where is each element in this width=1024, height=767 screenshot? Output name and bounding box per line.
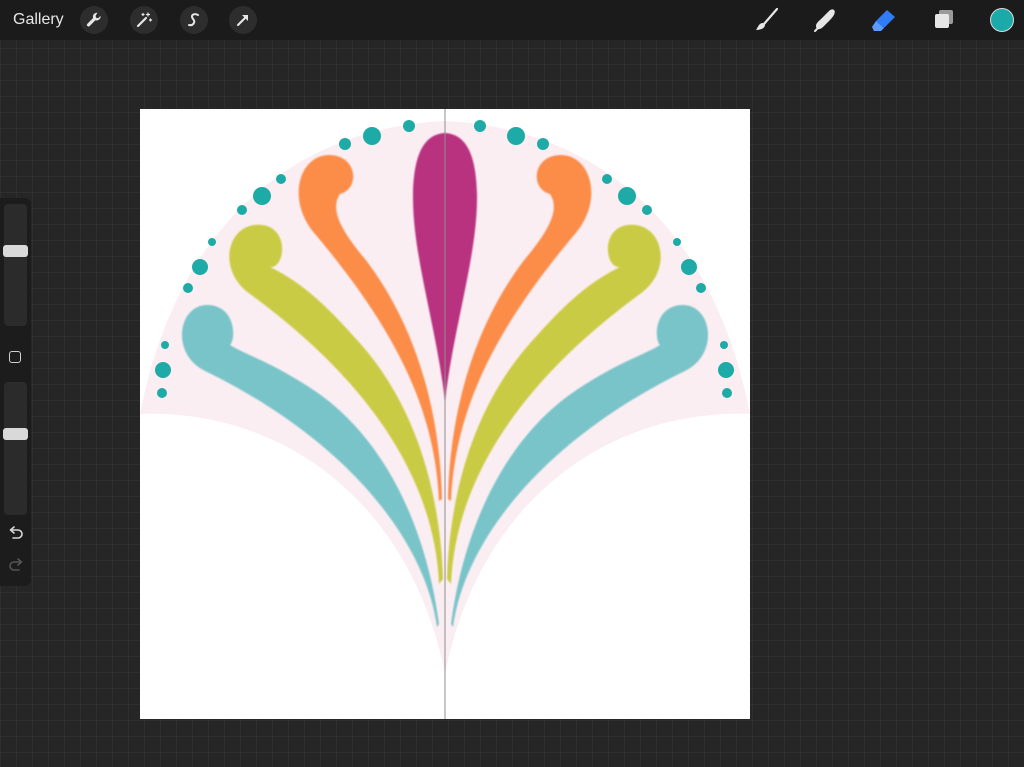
smudge-tool-button[interactable] bbox=[811, 6, 841, 34]
top-toolbar: Gallery bbox=[0, 0, 1024, 40]
adjustments-button[interactable] bbox=[130, 6, 158, 34]
color-picker-swatch[interactable] bbox=[990, 8, 1014, 32]
eraser-tool-button[interactable] bbox=[869, 6, 899, 34]
modify-button[interactable] bbox=[9, 351, 21, 363]
redo-arrow-icon[interactable] bbox=[7, 558, 25, 574]
layers-button[interactable] bbox=[929, 6, 959, 34]
magic-wand-icon bbox=[136, 12, 153, 28]
undo-arrow-icon[interactable] bbox=[7, 526, 25, 542]
left-sidebar bbox=[0, 198, 31, 586]
brush-size-thumb[interactable] bbox=[3, 245, 28, 257]
brush-icon bbox=[756, 7, 779, 30]
selection-s-icon bbox=[188, 13, 199, 27]
actions-button[interactable] bbox=[80, 6, 108, 34]
eraser-icon bbox=[872, 10, 895, 31]
arrow-cursor-icon bbox=[237, 15, 248, 26]
brush-opacity-slider[interactable] bbox=[4, 382, 27, 515]
drawing-canvas[interactable] bbox=[140, 109, 750, 719]
transform-button[interactable] bbox=[229, 6, 257, 34]
wrench-icon bbox=[86, 12, 101, 27]
gallery-button[interactable]: Gallery bbox=[13, 10, 64, 30]
layers-icon bbox=[935, 10, 953, 28]
smudge-finger-icon bbox=[814, 9, 835, 32]
selection-button[interactable] bbox=[180, 6, 208, 34]
brush-size-slider[interactable] bbox=[4, 204, 27, 326]
brush-opacity-thumb[interactable] bbox=[3, 428, 28, 440]
artwork bbox=[140, 109, 750, 719]
brush-tool-button[interactable] bbox=[752, 6, 782, 34]
